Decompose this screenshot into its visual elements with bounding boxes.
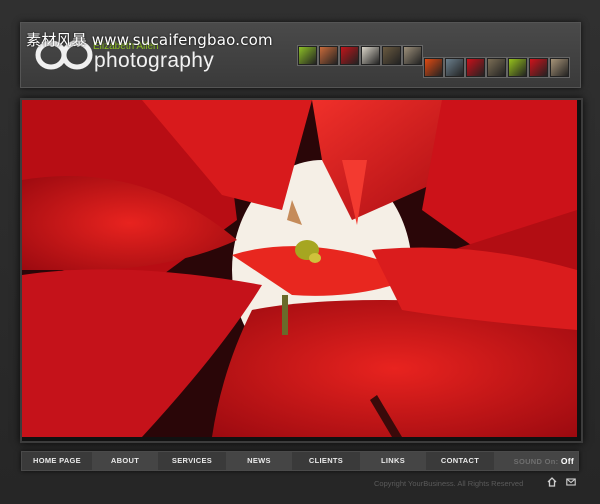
thumbnail-snow[interactable] (360, 45, 381, 66)
thumbnail-water[interactable] (444, 57, 465, 78)
thumbnail-red3[interactable] (528, 57, 549, 78)
thumbnail-rocks[interactable] (402, 45, 423, 66)
nav-news[interactable]: NEWS (226, 452, 292, 470)
thumbnail-red2[interactable] (465, 57, 486, 78)
sound-label: SOUND On: (513, 457, 559, 466)
nav-clients[interactable]: CLIENTS (292, 452, 360, 470)
thumbnail-stones[interactable] (549, 57, 570, 78)
thumbnail-landscape[interactable] (381, 45, 402, 66)
nav-contact[interactable]: CONTACT (426, 452, 494, 470)
poinsettia-image (22, 100, 577, 437)
thumbnail-leaf[interactable] (507, 57, 528, 78)
logo-wordmark: photography (94, 49, 215, 72)
copyright-text: Copyright YourBusiness. All Rights Reser… (374, 479, 524, 488)
watermark-text: 素材风暴 www.sucaifengbao.com (26, 31, 273, 49)
nav-home[interactable]: HOME PAGE (22, 452, 92, 470)
nav-services[interactable]: SERVICES (158, 452, 226, 470)
home-icon[interactable] (547, 477, 557, 487)
mail-icon[interactable] (566, 477, 576, 487)
sound-value: Off (560, 456, 574, 466)
thumbnail-mountain[interactable] (486, 57, 507, 78)
thumbnail-sunset[interactable] (318, 45, 339, 66)
thumbnail-red[interactable] (339, 45, 360, 66)
nav-links[interactable]: LINKS (360, 452, 426, 470)
main-photo (20, 98, 583, 443)
thumbnail-orange-sky[interactable] (423, 57, 444, 78)
navigation-bar: HOME PAGE ABOUT SERVICES NEWS CLIENTS LI… (21, 451, 579, 471)
thumbnail-green[interactable] (297, 45, 318, 66)
sound-toggle[interactable]: SOUND On: Off (494, 452, 578, 470)
nav-about[interactable]: ABOUT (92, 452, 158, 470)
